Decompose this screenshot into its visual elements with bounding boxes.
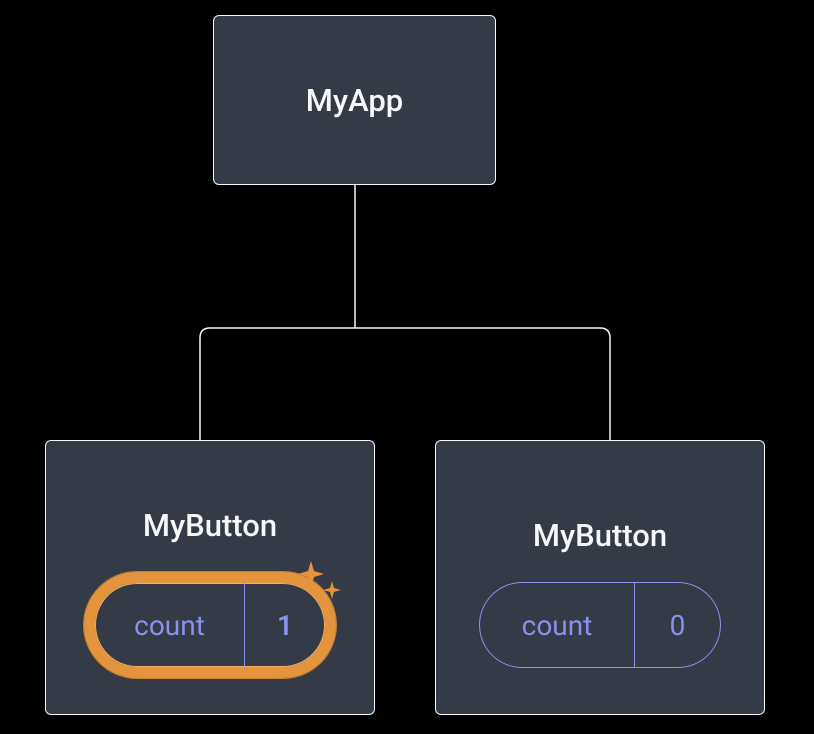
child-component-node-left: MyButton count 1: [45, 440, 375, 715]
root-component-node: MyApp: [213, 15, 496, 185]
sparkle-icon: [296, 559, 346, 609]
child-label-right: MyButton: [533, 517, 667, 554]
state-pill-plain: count 0: [479, 582, 721, 668]
child-label-left: MyButton: [143, 507, 277, 544]
state-name-right: count: [480, 583, 635, 667]
root-label: MyApp: [306, 82, 403, 119]
state-name-left: count: [95, 583, 245, 667]
state-value-right: 0: [635, 583, 720, 667]
child-component-node-right: MyButton count 0: [435, 440, 765, 715]
